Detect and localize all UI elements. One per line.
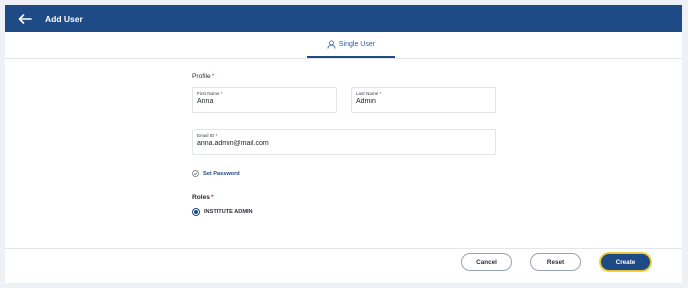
page-title: Add User <box>45 13 83 24</box>
last-name-input[interactable] <box>356 98 485 105</box>
reset-button[interactable]: Reset <box>530 253 581 271</box>
tab-bar: Single User <box>5 32 682 59</box>
footer-divider <box>5 248 682 249</box>
role-radio-institute-admin[interactable]: INSTITUTE ADMIN <box>192 208 253 216</box>
app-header: Add User <box>5 5 682 32</box>
arrow-left-icon <box>18 13 32 24</box>
set-password-toggle[interactable]: Set Password <box>192 170 240 177</box>
cancel-button[interactable]: Cancel <box>461 253 512 271</box>
profile-label-text: Profile <box>192 73 211 80</box>
check-circle-icon <box>192 170 199 177</box>
radio-button[interactable] <box>192 208 200 216</box>
role-label: INSTITUTE ADMIN <box>204 209 253 215</box>
create-button[interactable]: Create <box>600 253 651 271</box>
last-name-field[interactable]: Last Name * <box>351 87 496 113</box>
first-name-field[interactable]: First Name * <box>192 87 337 113</box>
required-mark: * <box>211 73 215 80</box>
email-field[interactable]: Email ID * <box>192 129 496 155</box>
first-name-input[interactable] <box>197 98 326 105</box>
user-icon <box>327 39 336 49</box>
required-mark: * <box>210 194 214 201</box>
roles-section-label: Roles* <box>192 194 214 201</box>
last-name-label: Last Name * <box>356 91 382 96</box>
email-input[interactable] <box>197 140 469 147</box>
profile-section-label: Profile* <box>192 73 214 80</box>
roles-label-text: Roles <box>192 194 210 201</box>
tab-label: Single User <box>338 40 376 48</box>
add-user-panel: Add User Single User Profile* First Name… <box>5 5 682 283</box>
email-label: Email ID * <box>197 133 218 138</box>
first-name-label: First Name * <box>197 91 223 96</box>
radio-dot <box>194 210 198 214</box>
back-button[interactable] <box>15 11 35 27</box>
set-password-label: Set Password <box>203 170 240 177</box>
tab-single-user[interactable]: Single User <box>307 32 395 58</box>
